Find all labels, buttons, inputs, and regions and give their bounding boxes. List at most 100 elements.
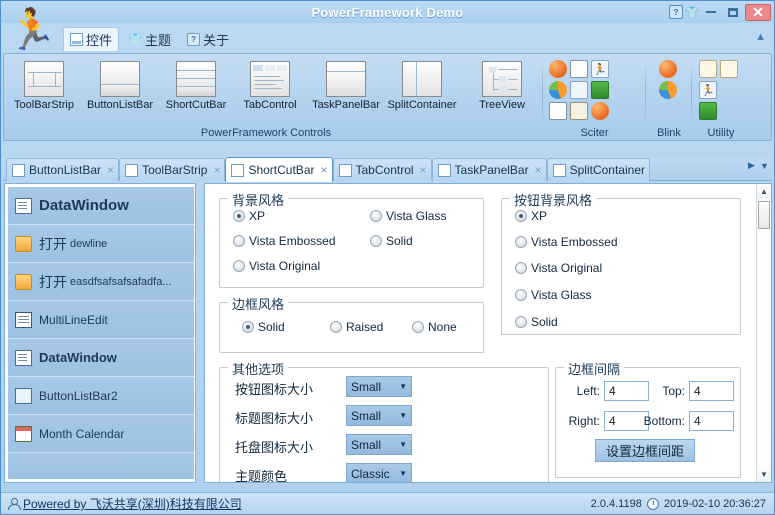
scroll-up-icon[interactable]: ▲ — [757, 184, 771, 199]
tray-icon-size-select[interactable]: Small ▼ — [346, 434, 412, 455]
ribbon-button-shortcutbar[interactable]: ShortCutBar — [160, 61, 232, 111]
close-icon[interactable]: × — [107, 163, 114, 177]
doc-tab-tabcontrol[interactable]: TabControl × — [332, 158, 432, 181]
ribbon-button-treeview[interactable]: TreeView — [466, 61, 538, 111]
pie-chart-icon[interactable] — [659, 81, 677, 99]
radio-bg-vista-embossed[interactable]: Vista Embossed — [233, 234, 336, 248]
chevron-up-icon[interactable]: ▲ — [755, 31, 766, 43]
list-item-label-cn: 打开 — [39, 273, 67, 290]
maximize-button[interactable] — [723, 4, 743, 20]
doc-tab-splitcontainer[interactable]: SplitContainer — [546, 158, 650, 181]
radio-border-solid[interactable]: Solid — [242, 320, 285, 334]
cake-icon[interactable] — [699, 60, 717, 78]
top-spacing-input[interactable]: 4 — [689, 381, 734, 401]
pie-chart-icon[interactable] — [549, 81, 567, 99]
close-icon[interactable]: × — [535, 163, 542, 177]
list-item-open-dewline[interactable]: 打开 dewline — [8, 225, 194, 263]
runner-icon[interactable]: 🏃 — [699, 81, 717, 99]
options-scrollbar[interactable]: ▲ ▼ — [756, 184, 771, 482]
cake-icon[interactable] — [720, 60, 738, 78]
list-item-multilineedit[interactable]: MultiLineEdit — [8, 301, 194, 339]
status-left: Powered by 飞沃共享(深圳)科技有限公司 — [7, 495, 242, 512]
shirt-icon[interactable]: 👕 — [685, 5, 699, 19]
left-spacing-input[interactable]: 4 — [604, 381, 649, 401]
theme-color-select[interactable]: Classic ▼ — [346, 463, 412, 482]
minimize-button[interactable] — [701, 4, 721, 20]
menu-tab-controls[interactable]: 控件 — [63, 27, 120, 51]
radio-indicator — [515, 316, 527, 328]
clock-icon — [646, 497, 659, 510]
radio-border-none[interactable]: None — [412, 320, 457, 334]
list-item-buttonlistbar2[interactable]: ButtonListBar2 — [8, 377, 194, 415]
folder-open-icon — [15, 235, 32, 252]
paint-icon[interactable] — [570, 102, 588, 120]
grid-icon[interactable] — [549, 102, 567, 120]
menu-tab-about[interactable]: ? 关于 — [181, 27, 235, 51]
list-item-open-easdf[interactable]: 打开 easdfsafsafsafadfa... — [8, 263, 194, 301]
tab-list-menu-icon[interactable]: ▼ — [759, 161, 770, 171]
ribbon-divider — [691, 60, 692, 130]
button-icon-size-select[interactable]: Small ▼ — [346, 376, 412, 397]
ribbon-divider — [542, 60, 543, 130]
radio-btnbg-xp[interactable]: XP — [515, 209, 547, 223]
powered-by-link[interactable]: Powered by 飞沃共享(深圳)科技有限公司 — [23, 495, 242, 512]
ribbon-button-splitcontainer[interactable]: SplitContainer — [386, 61, 458, 111]
radio-bg-xp[interactable]: XP — [233, 209, 265, 223]
radio-bg-vista-original[interactable]: Vista Original — [233, 259, 320, 273]
title-icon-size-select[interactable]: Small ▼ — [346, 405, 412, 426]
options-panel: 背景风格 XP Vista Glass Vista Embossed Solid — [204, 183, 772, 483]
utility-icons: 🏃 — [699, 60, 738, 120]
radio-btnbg-vista-glass[interactable]: Vista Glass — [515, 288, 591, 302]
doc-tab-label: ButtonListBar — [29, 163, 102, 177]
radio-btnbg-solid[interactable]: Solid — [515, 315, 558, 329]
green-excel-icon[interactable] — [591, 81, 609, 99]
list-item-month-calendar[interactable]: Month Calendar — [8, 415, 194, 453]
ribbon-group-blink: Blink — [647, 55, 691, 141]
doc-tab-toolbarstrip[interactable]: ToolBarStrip × — [119, 158, 226, 181]
ribbon: ToolBarStrip ButtonListBar ShortCutBar T… — [3, 53, 772, 141]
ball-orange-icon[interactable] — [591, 102, 609, 120]
ribbon-button-tabcontrol[interactable]: TabControl — [234, 61, 306, 111]
doc-tab-shortcutbar[interactable]: ShortCutBar × — [225, 157, 333, 182]
people-icon[interactable] — [570, 81, 588, 99]
list-item-datawindow[interactable]: DataWindow — [8, 187, 194, 225]
radio-border-raised[interactable]: Raised — [330, 320, 383, 334]
radio-indicator — [242, 321, 254, 333]
bottom-spacing-input[interactable]: 4 — [689, 411, 734, 431]
ribbon-button-taskpanelbar[interactable]: TaskPanelBar — [310, 61, 382, 111]
doc-tab-taskpanelbar[interactable]: TaskPanelBar × — [431, 158, 547, 181]
pane-splitter[interactable] — [197, 183, 203, 483]
blink-icons — [659, 60, 677, 99]
ball-orange-icon[interactable] — [659, 60, 677, 78]
scroll-down-icon[interactable]: ▼ — [757, 467, 771, 482]
ribbon-group-sciter-label: Sciter — [580, 127, 609, 139]
ribbon-button-toolbarstrip[interactable]: ToolBarStrip — [8, 61, 80, 111]
radio-bg-vista-glass[interactable]: Vista Glass — [370, 209, 446, 223]
runner-icon[interactable]: 🏃 — [591, 60, 609, 78]
help-icon[interactable]: ? — [669, 5, 683, 19]
close-icon[interactable]: × — [213, 163, 220, 177]
green-excel-icon[interactable] — [699, 102, 717, 120]
radio-btnbg-vista-original[interactable]: Vista Original — [515, 261, 602, 275]
apply-border-spacing-button[interactable]: 设置边框间距 — [595, 439, 696, 462]
radio-label: Vista Embossed — [249, 234, 336, 248]
close-icon[interactable]: × — [320, 163, 327, 177]
tab-scroll-next-icon[interactable]: ▶ — [746, 160, 757, 171]
scrollbar-thumb[interactable] — [758, 201, 770, 229]
radio-bg-solid[interactable]: Solid — [370, 234, 413, 248]
ball-orange-icon[interactable] — [549, 60, 567, 78]
taskpanelbar-icon — [437, 163, 451, 177]
list-doc-icon[interactable] — [570, 60, 588, 78]
ribbon-button-buttonlistbar[interactable]: ButtonListBar — [84, 61, 156, 111]
tabcontrol-icon — [338, 163, 352, 177]
doc-tab-buttonlistbar[interactable]: ButtonListBar × — [6, 158, 120, 181]
ribbon-divider — [645, 60, 646, 130]
list-item-datawindow-2[interactable]: DataWindow — [8, 339, 194, 377]
radio-btnbg-vista-embossed[interactable]: Vista Embossed — [515, 235, 618, 249]
buttonlistbar-icon — [100, 61, 140, 97]
menu-tab-theme[interactable]: 👕 主题 — [123, 27, 177, 51]
close-button[interactable]: ✕ — [745, 3, 771, 21]
shortcutbar-list: DataWindow 打开 dewline 打开 easdfsafsafsafa… — [8, 187, 194, 479]
close-icon[interactable]: × — [420, 163, 427, 177]
calendar-icon — [15, 425, 32, 442]
